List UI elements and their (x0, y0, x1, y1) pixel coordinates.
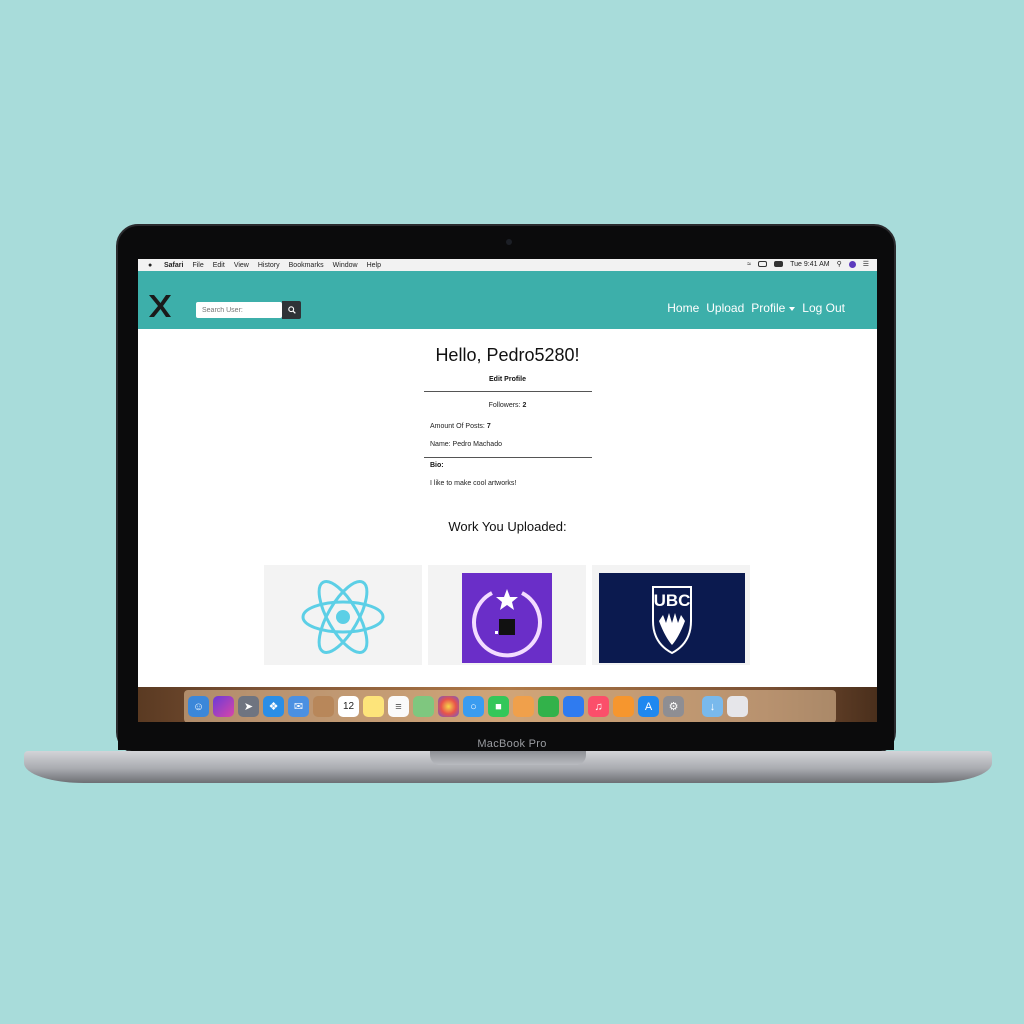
numbers-icon[interactable] (538, 696, 559, 717)
upload-thumbnail-3[interactable]: UBC (592, 565, 750, 665)
system-preferences-icon[interactable]: ⚙ (663, 696, 684, 717)
bio-heading: Bio: (430, 462, 444, 469)
safari-icon[interactable]: ❖ (263, 696, 284, 717)
divider (424, 457, 592, 458)
dock: ☺ ➤ ❖ ✉ 12 ≡ ○ ■ ♫ A ⚙ ↓ (184, 690, 836, 723)
nav-home-link[interactable]: Home (667, 301, 699, 315)
messages-icon[interactable]: ○ (463, 696, 484, 717)
menu-help[interactable]: Help (367, 262, 381, 269)
followers-count: 2 (522, 402, 527, 409)
search-user-input[interactable] (196, 302, 282, 318)
launchpad-icon[interactable]: ➤ (238, 696, 259, 717)
divider (424, 391, 592, 392)
menu-view[interactable]: View (234, 262, 249, 269)
keynote-icon[interactable] (563, 696, 584, 717)
books-icon[interactable] (613, 696, 634, 717)
site-navbar: Home Upload Profile Log Out (138, 271, 877, 330)
menu-safari[interactable]: Safari (164, 262, 183, 269)
magnifier-icon (287, 306, 296, 314)
search-button[interactable] (282, 301, 301, 319)
menu-file[interactable]: File (192, 262, 203, 269)
nav-logout-link[interactable]: Log Out (802, 301, 845, 315)
nav-links: Home Upload Profile Log Out (667, 301, 845, 315)
edit-profile-link[interactable]: Edit Profile (138, 376, 877, 383)
mail-icon[interactable]: ✉ (288, 696, 309, 717)
thumbnail-image (462, 573, 552, 663)
wifi-icon[interactable]: ≈ (747, 261, 751, 268)
notes-icon[interactable] (363, 696, 384, 717)
chevron-down-icon (789, 306, 796, 311)
nav-upload-link[interactable]: Upload (706, 301, 744, 315)
facetime-icon[interactable]: ■ (488, 696, 509, 717)
bio-text: I like to make cool artworks! (430, 480, 517, 487)
music-icon[interactable]: ♫ (588, 696, 609, 717)
posts-count: 7 (486, 423, 491, 430)
camera-icon (506, 239, 512, 245)
downloads-folder-icon[interactable]: ↓ (702, 696, 723, 717)
pages-icon[interactable] (513, 696, 534, 717)
ubc-logo-icon: UBC (652, 586, 692, 655)
nav-profile-dropdown[interactable]: Profile (751, 301, 796, 315)
clock[interactable]: Tue 9:41 AM (790, 261, 829, 268)
name-line: Name: Pedro Machado (430, 441, 502, 448)
x-logo-icon[interactable] (146, 293, 172, 319)
upload-thumbnail-2[interactable] (428, 565, 586, 665)
search-icon[interactable]: ⚲ (837, 260, 842, 268)
siri-menubar-icon[interactable] (848, 260, 856, 268)
react-logo-icon (301, 580, 385, 654)
trash-icon[interactable] (727, 696, 748, 717)
menu-edit[interactable]: Edit (213, 262, 225, 269)
contacts-icon[interactable] (313, 696, 334, 717)
page-title: Hello, Pedro5280! (435, 345, 580, 365)
followers-label: Followers: (488, 402, 521, 409)
laptop-notch (430, 751, 586, 765)
menu-bookmarks[interactable]: Bookmarks (289, 262, 324, 269)
battery-icon[interactable] (774, 261, 784, 267)
app-store-icon[interactable]: A (638, 696, 659, 717)
menu-window[interactable]: Window (333, 262, 358, 269)
reminders-icon[interactable]: ≡ (388, 696, 409, 717)
ubc-text: UBC (654, 591, 691, 610)
apple-icon[interactable]: ● (148, 262, 155, 269)
screen: ● Safari File Edit View History Bookmark… (138, 259, 877, 724)
upload-thumbnail-1[interactable] (264, 565, 422, 665)
posts-line: Amount Of Posts: 7 (430, 423, 491, 430)
siri-icon[interactable] (213, 696, 234, 717)
thumbnail-image: UBC (599, 573, 745, 663)
maps-icon[interactable] (413, 696, 434, 717)
menu-history[interactable]: History (258, 262, 280, 269)
finder-icon[interactable]: ☺ (188, 696, 209, 717)
nav-profile-label: Profile (751, 301, 786, 315)
uploads-heading: Work You Uploaded: (448, 519, 567, 534)
device-brand-label: MacBook Pro (477, 738, 547, 750)
profile-content: Hello, Pedro5280! Edit Profile Followers… (138, 329, 877, 689)
posts-label: Amount Of Posts: (430, 423, 485, 430)
airplay-icon[interactable] (758, 261, 768, 267)
calendar-icon[interactable]: 12 (338, 696, 359, 717)
notification-center-icon[interactable]: ☰ (863, 260, 869, 268)
star-circle-icon (472, 589, 542, 658)
followers-line: Followers: 2 (138, 402, 877, 409)
photos-icon[interactable] (438, 696, 459, 717)
